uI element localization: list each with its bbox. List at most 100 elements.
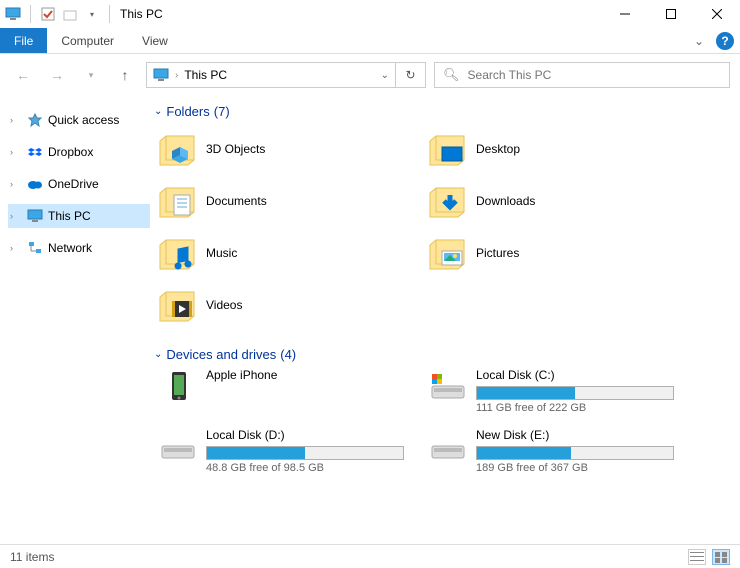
documents-icon — [158, 183, 198, 219]
drive-icon — [158, 428, 198, 464]
drive-usage-bar — [476, 386, 674, 400]
drive-usage-bar — [476, 446, 674, 460]
section-count: 4 — [285, 347, 292, 362]
drives-grid: Apple iPhone Local Disk (C:) 111 GB free… — [154, 368, 728, 474]
sidebar-item-network[interactable]: › Network — [8, 236, 150, 260]
up-button[interactable]: ↑ — [112, 62, 138, 88]
chevron-down-icon: ⌄ — [154, 106, 162, 117]
view-tiles-button[interactable] — [712, 549, 730, 565]
pictures-icon — [428, 235, 468, 271]
navigation-pane: › Quick access › Dropbox › OneDrive › — [0, 96, 150, 544]
drive-label: New Disk (E:) — [476, 428, 674, 442]
back-button[interactable]: ← — [10, 62, 36, 88]
pc-icon[interactable] — [4, 5, 22, 23]
drive-local-c[interactable]: Local Disk (C:) 111 GB free of 222 GB — [424, 368, 674, 414]
qat-dropdown-icon[interactable]: ▾ — [83, 5, 101, 23]
sidebar-item-label: This PC — [48, 209, 91, 223]
quick-access-toolbar: ▾ — [4, 5, 114, 23]
maximize-button[interactable] — [648, 0, 694, 28]
search-input[interactable] — [468, 68, 721, 82]
chevron-right-icon[interactable]: › — [10, 179, 22, 189]
downloads-icon — [428, 183, 468, 219]
close-button[interactable] — [694, 0, 740, 28]
section-header-folders[interactable]: ⌄ Folders (7) — [154, 104, 728, 119]
forward-button[interactable]: → — [44, 62, 70, 88]
folder-label: Downloads — [476, 194, 535, 208]
chevron-right-icon[interactable]: › — [10, 211, 22, 221]
folder-videos[interactable]: Videos — [154, 281, 404, 329]
recent-locations-icon[interactable]: ▾ — [78, 62, 104, 88]
drive-label: Local Disk (C:) — [476, 368, 674, 382]
sidebar-item-label: Dropbox — [48, 145, 93, 159]
drive-free-text: 48.8 GB free of 98.5 GB — [206, 462, 404, 474]
folder-label: Videos — [206, 298, 242, 312]
folder-pictures[interactable]: Pictures — [424, 229, 674, 277]
chevron-down-icon: ⌄ — [154, 349, 162, 360]
sidebar-item-this-pc[interactable]: › This PC — [8, 204, 150, 228]
pc-icon — [26, 207, 44, 225]
folder-documents[interactable]: Documents — [154, 177, 404, 225]
tab-file[interactable]: File — [0, 28, 47, 53]
sidebar-item-label: Quick access — [48, 113, 119, 127]
status-item-count: 11 items — [10, 550, 54, 564]
minimize-button[interactable] — [602, 0, 648, 28]
search-box[interactable]: 🔍︎ — [434, 62, 730, 88]
help-button[interactable]: ? — [716, 32, 734, 50]
section-header-drives[interactable]: ⌄ Devices and drives (4) — [154, 347, 728, 362]
chevron-right-icon: › — [175, 70, 178, 81]
folder-label: Documents — [206, 194, 267, 208]
drive-new-e[interactable]: New Disk (E:) 189 GB free of 367 GB — [424, 428, 674, 474]
separator — [109, 5, 110, 23]
drive-local-d[interactable]: Local Disk (D:) 48.8 GB free of 98.5 GB — [154, 428, 404, 474]
tab-view[interactable]: View — [128, 28, 182, 53]
device-apple-iphone[interactable]: Apple iPhone — [154, 368, 404, 414]
music-icon — [158, 235, 198, 271]
sidebar-item-label: OneDrive — [48, 177, 99, 191]
drive-icon — [428, 368, 468, 404]
refresh-button[interactable]: ↻ — [396, 62, 426, 88]
status-bar: 11 items — [0, 544, 740, 568]
view-details-button[interactable] — [688, 549, 706, 565]
drive-usage-bar — [206, 446, 404, 460]
tab-computer[interactable]: Computer — [47, 28, 128, 53]
address-bar[interactable]: › This PC ⌄ — [146, 62, 396, 88]
dropbox-icon — [26, 143, 44, 161]
new-folder-icon[interactable] — [61, 5, 79, 23]
section-count: 7 — [218, 104, 225, 119]
phone-icon — [158, 368, 198, 404]
search-icon: 🔍︎ — [443, 67, 460, 83]
chevron-right-icon[interactable]: › — [10, 147, 22, 157]
section-title: Devices and drives — [166, 347, 276, 362]
drive-free-text: 189 GB free of 367 GB — [476, 462, 674, 474]
desktop-icon — [428, 131, 468, 167]
navigation-bar: ← → ▾ ↑ › This PC ⌄ ↻ 🔍︎ — [0, 54, 740, 96]
network-icon — [26, 239, 44, 257]
drive-icon — [428, 428, 468, 464]
folder-label: Pictures — [476, 246, 519, 260]
videos-icon — [158, 287, 198, 323]
3d-objects-icon — [158, 131, 198, 167]
sidebar-item-dropbox[interactable]: › Dropbox — [8, 140, 150, 164]
chevron-right-icon[interactable]: › — [10, 115, 22, 125]
cloud-icon — [26, 175, 44, 193]
folder-3d-objects[interactable]: 3D Objects — [154, 125, 404, 173]
star-icon — [26, 111, 44, 129]
folder-music[interactable]: Music — [154, 229, 404, 277]
address-dropdown-icon[interactable]: ⌄ — [381, 70, 389, 81]
folder-label: Music — [206, 246, 237, 260]
sidebar-item-quick-access[interactable]: › Quick access — [8, 108, 150, 132]
device-label: Apple iPhone — [206, 368, 404, 382]
window-title: This PC — [120, 7, 163, 21]
pc-icon — [153, 68, 169, 82]
folder-downloads[interactable]: Downloads — [424, 177, 674, 225]
sidebar-item-onedrive[interactable]: › OneDrive — [8, 172, 150, 196]
properties-checkbox-icon[interactable] — [39, 5, 57, 23]
sidebar-item-label: Network — [48, 241, 92, 255]
ribbon-expand-icon[interactable]: ⌄ — [686, 28, 712, 53]
folder-desktop[interactable]: Desktop — [424, 125, 674, 173]
titlebar: ▾ This PC — [0, 0, 740, 28]
chevron-right-icon[interactable]: › — [10, 243, 22, 253]
drive-label: Local Disk (D:) — [206, 428, 404, 442]
ribbon-tabs: File Computer View ⌄ ? — [0, 28, 740, 54]
address-text: This PC — [184, 68, 227, 82]
